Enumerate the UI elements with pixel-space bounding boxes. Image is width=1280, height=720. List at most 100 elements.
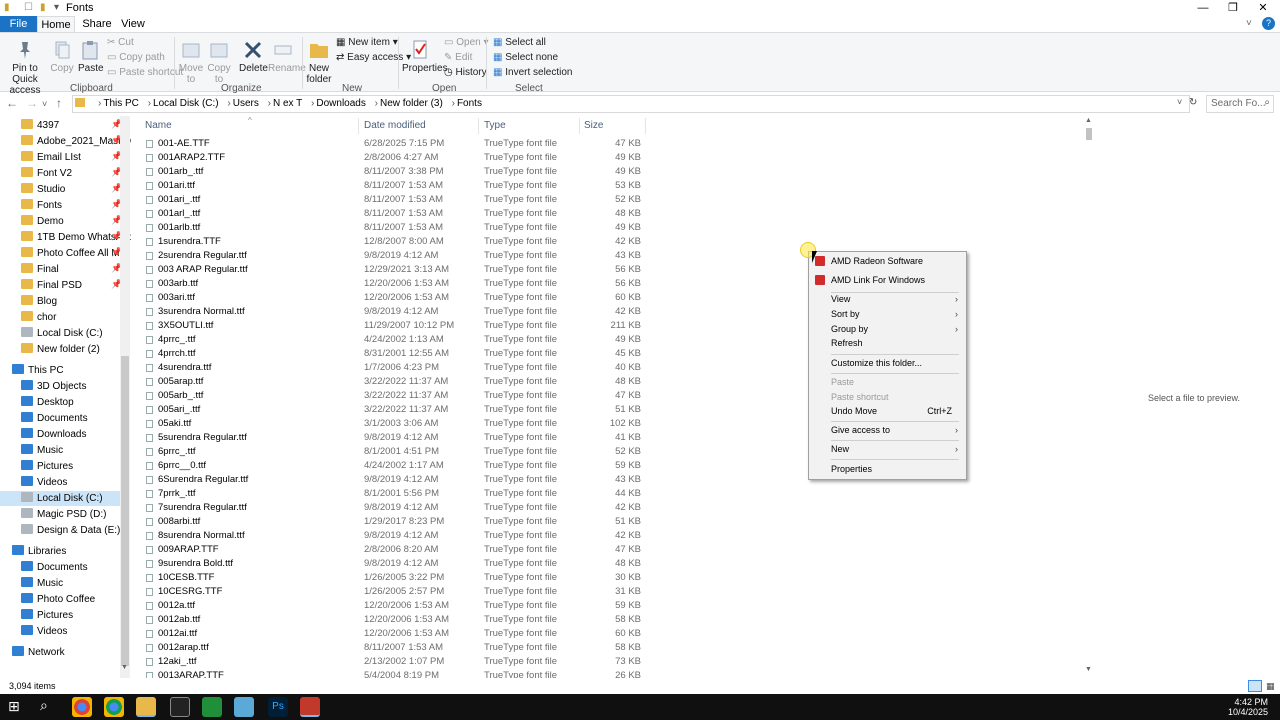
- file-row[interactable]: 009ARAP.TTF 2/8/2006 8:20 AM TrueType font…: [131, 543, 651, 557]
- file-row[interactable]: 001ari.ttf 8/11/2007 1:53 AM TrueType font…: [131, 179, 651, 193]
- breadcrumb-fonts[interactable]: Fonts: [457, 98, 482, 109]
- chrome-icon[interactable]: [72, 697, 92, 717]
- help-icon[interactable]: ?: [1262, 17, 1275, 30]
- pin-to-quick-access-button[interactable]: Pin to Quick access: [2, 39, 48, 96]
- file-row[interactable]: 10CESB.TTF 1/26/2005 3:22 PM TrueType font…: [131, 571, 651, 585]
- forward-arrow-icon[interactable]: →: [26, 96, 38, 110]
- breadcrumb-new-folder[interactable]: New folder (3): [380, 98, 443, 109]
- scroll-down-arrow-icon[interactable]: ▼: [121, 664, 128, 671]
- navigation-scroll-thumb[interactable]: [121, 356, 129, 666]
- large-icons-view-icon[interactable]: ▦: [1266, 681, 1275, 692]
- file-row[interactable]: 001ari_.ttf 8/11/2007 1:53 AM TrueType fon…: [131, 193, 651, 207]
- new-item-button[interactable]: ▦ New item ▾: [336, 37, 398, 48]
- breadcrumb-downloads[interactable]: Downloads: [316, 98, 365, 109]
- file-row[interactable]: 05aki.ttf 3/1/2003 3:06 AM TrueType font f…: [131, 417, 651, 431]
- nav-quick-item[interactable]: Final: [21, 262, 59, 277]
- nav-pc-item[interactable]: Videos: [21, 475, 67, 490]
- search-icon[interactable]: ⌕: [40, 697, 48, 714]
- file-row[interactable]: 003ari.ttf 12/20/2006 1:53 AM TrueType fon…: [131, 291, 651, 305]
- search-input[interactable]: Search Fo... ⌕: [1206, 95, 1274, 113]
- nav-quick-item[interactable]: chor: [21, 310, 56, 325]
- task-view-icon[interactable]: [170, 697, 190, 717]
- file-row[interactable]: 001arlb.ttf 8/11/2007 1:53 AM TrueType fon…: [131, 221, 651, 235]
- copy-path-button[interactable]: ▭ Copy path: [107, 52, 165, 63]
- file-row[interactable]: 005ari_.ttf 3/22/2022 11:37 AM TrueType fo…: [131, 403, 651, 417]
- details-view-icon[interactable]: [1248, 680, 1262, 692]
- file-row[interactable]: 6Surendra Regular.ttf 9/8/2019 4:12 AM Tru…: [131, 473, 651, 487]
- nav-pc-item[interactable]: Pictures: [21, 459, 73, 474]
- nav-quick-item[interactable]: Blog: [21, 294, 57, 309]
- column-header-size[interactable]: Size: [584, 120, 603, 131]
- tab-file[interactable]: File: [0, 16, 37, 32]
- winrar-icon[interactable]: [300, 697, 320, 717]
- system-clock[interactable]: 4:42 PM 10/4/2025: [1228, 697, 1268, 717]
- file-row[interactable]: 9surendra Bold.ttf 9/8/2019 4:12 AM TrueTy…: [131, 557, 651, 571]
- windows-start-icon[interactable]: ⊞: [8, 698, 20, 715]
- file-row[interactable]: 0012ai.ttf 12/20/2006 1:53 AM TrueType fon…: [131, 627, 651, 641]
- close-button[interactable]: ✕: [1248, 0, 1278, 16]
- menu-item-amd-radeon[interactable]: AMD Radeon Software: [809, 252, 966, 270]
- file-row[interactable]: 1surendra.TTF 12/8/2007 8:00 AM TrueType f…: [131, 235, 651, 249]
- easy-access-button[interactable]: ⇄ Easy access ▾: [336, 52, 411, 63]
- file-row[interactable]: 4prrc_.ttf 4/24/2002 1:13 AM TrueType font…: [131, 333, 651, 347]
- collapse-ribbon-icon[interactable]: ˅: [1246, 18, 1252, 29]
- nav-quick-item[interactable]: New folder (2): [21, 342, 100, 357]
- copy-to-button[interactable]: Copy to: [206, 39, 232, 85]
- file-row[interactable]: 4surendra.ttf 1/7/2006 4:23 PM TrueType fo…: [131, 361, 651, 375]
- file-row[interactable]: 0012ab.ttf 12/20/2006 1:53 AM TrueType fon…: [131, 613, 651, 627]
- delete-button[interactable]: Delete: [239, 39, 268, 74]
- file-row[interactable]: 7prrk_.ttf 8/1/2001 5:56 PM TrueType font …: [131, 487, 651, 501]
- file-row[interactable]: 3X5OUTLI.ttf 11/29/2007 10:12 PM TrueType …: [131, 319, 651, 333]
- rename-button[interactable]: Rename: [268, 39, 306, 74]
- paste-button[interactable]: Paste: [78, 39, 104, 74]
- nav-quick-item[interactable]: Email LIst: [21, 150, 81, 165]
- nav-library-item[interactable]: Photo Coffee: [21, 592, 95, 607]
- menu-item-new[interactable]: New ›: [809, 440, 966, 458]
- nav-pc-item[interactable]: Magic PSD (D:): [21, 507, 106, 522]
- scroll-down-arrow-icon[interactable]: ▼: [1085, 666, 1092, 673]
- nav-pc-item[interactable]: Design & Data (E:): [21, 523, 120, 538]
- nav-this-pc[interactable]: This PC: [12, 363, 64, 378]
- file-row[interactable]: 0013ARAP.TTF 5/4/2004 8:19 PM TrueType fon…: [131, 669, 651, 678]
- nav-quick-item[interactable]: Fonts: [21, 198, 62, 213]
- open-button[interactable]: ▭ Open ▾: [444, 37, 489, 48]
- nav-library-item[interactable]: Documents: [21, 560, 88, 575]
- file-row[interactable]: 001arl_.ttf 8/11/2007 1:53 AM TrueType fon…: [131, 207, 651, 221]
- file-row[interactable]: 8surendra Normal.ttf 9/8/2019 4:12 AM True…: [131, 529, 651, 543]
- navigation-scrollbar[interactable]: ▼: [120, 116, 130, 678]
- nav-quick-item[interactable]: Font V2: [21, 166, 72, 181]
- notepad-icon[interactable]: [234, 697, 254, 717]
- menu-item-give-access[interactable]: Give access to ›: [809, 421, 966, 439]
- nav-libraries[interactable]: Libraries: [12, 544, 66, 559]
- menu-item-refresh[interactable]: Refresh: [809, 334, 966, 352]
- nav-pc-item[interactable]: Music: [21, 443, 63, 458]
- nav-pc-item[interactable]: Local Disk (C:): [0, 491, 120, 506]
- nav-library-item[interactable]: Videos: [21, 624, 67, 639]
- file-row[interactable]: 003arb.ttf 12/20/2006 1:53 AM TrueType fon…: [131, 277, 651, 291]
- invert-selection-button[interactable]: ▦ Invert selection: [493, 67, 573, 78]
- column-divider[interactable]: [579, 118, 580, 134]
- file-row[interactable]: 001-AE.TTF 6/28/2025 7:15 PM TrueType font…: [131, 137, 651, 151]
- new-folder-quick-icon[interactable]: ▮: [40, 2, 46, 13]
- file-row[interactable]: 008arbi.ttf 1/29/2017 8:23 PM TrueType fon…: [131, 515, 651, 529]
- file-row[interactable]: 001ARAP2.TTF 2/8/2006 4:27 AM TrueType fon…: [131, 151, 651, 165]
- file-row[interactable]: 0012a.ttf 12/20/2006 1:53 AM TrueType font…: [131, 599, 651, 613]
- nav-library-item[interactable]: Pictures: [21, 608, 73, 623]
- file-row[interactable]: 3surendra Normal.ttf 9/8/2019 4:12 AM True…: [131, 305, 651, 319]
- file-row[interactable]: 003 ARAP Regular.ttf 12/29/2021 3:13 AM Tr…: [131, 263, 651, 277]
- menu-item-amd-link[interactable]: AMD Link For Windows: [809, 271, 966, 289]
- menu-item-undo-move[interactable]: Undo Move Ctrl+Z: [809, 402, 966, 420]
- file-list-scroll-thumb[interactable]: [1086, 128, 1092, 140]
- file-row[interactable]: 4prrch.ttf 8/31/2001 12:55 AM TrueType fon…: [131, 347, 651, 361]
- file-row[interactable]: 001arb_.ttf 8/11/2007 3:38 PM TrueType fon…: [131, 165, 651, 179]
- file-row[interactable]: 7surendra Regular.ttf 9/8/2019 4:12 AM Tru…: [131, 501, 651, 515]
- breadcrumb-user[interactable]: N ex T: [273, 98, 302, 109]
- file-row[interactable]: 6prrc__0.ttf 4/24/2002 1:17 AM TrueType fo…: [131, 459, 651, 473]
- address-dropdown-icon[interactable]: ˅: [1177, 97, 1182, 107]
- file-row[interactable]: 005arb_.ttf 3/22/2022 11:37 AM TrueType fo…: [131, 389, 651, 403]
- file-explorer-icon[interactable]: [136, 697, 156, 717]
- nav-pc-item[interactable]: Downloads: [21, 427, 86, 442]
- minimize-button[interactable]: —: [1188, 0, 1218, 16]
- cut-button[interactable]: ✂ Cut: [107, 37, 134, 48]
- edit-button[interactable]: ✎ Edit: [444, 52, 472, 63]
